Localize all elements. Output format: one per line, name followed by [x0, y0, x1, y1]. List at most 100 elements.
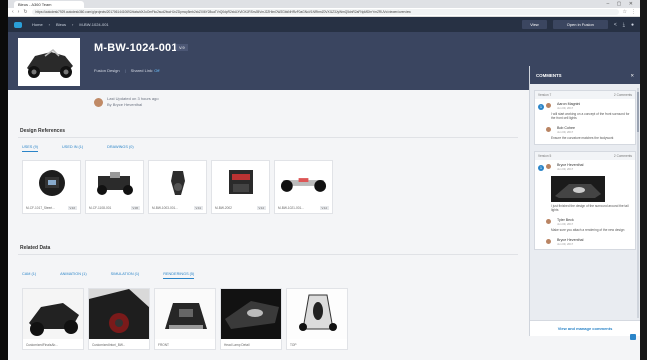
- reference-caption: M-BW-1003-001...: [152, 206, 178, 210]
- rendering-card[interactable]: CustomizedFinalsAb...: [22, 288, 84, 350]
- app-label: Fusion Design: [94, 68, 120, 73]
- avatar: [546, 103, 551, 108]
- rendering-caption: Head Lamp Detail: [224, 343, 250, 347]
- monitor-bezel: [0, 0, 8, 360]
- open-in-fusion-button[interactable]: Open in Fusion: [552, 20, 608, 29]
- updated-by: By Bryce Heventhal: [107, 102, 143, 107]
- comment-text: I will start working on a concept of the…: [551, 112, 630, 121]
- reference-caption: M-CF-1108-001: [89, 206, 112, 210]
- version-badge: V.36: [130, 206, 140, 210]
- rendering-card[interactable]: Head Lamp Detail: [220, 288, 282, 350]
- comment: Tyler Beck Jun 09, 2017 Make sure you at…: [535, 215, 635, 235]
- item-meta: Fusion Design | Shared Link: Off: [94, 68, 160, 73]
- comments-scrollbar[interactable]: [637, 88, 639, 318]
- comment: Bob Cohee Jun 09, 2017 Ensure the curvat…: [535, 123, 635, 143]
- design-reference-list: M-CF-1017_Steeri... V.16 M-CF-1108-001 V…: [22, 160, 333, 214]
- rendering-card[interactable]: TOP: [286, 288, 348, 350]
- rendering-caption: FRONT: [158, 343, 169, 347]
- comment-count: 2 Comments: [613, 153, 632, 158]
- comments-panel: COMMENTS ✕ Version 72 Comments 1 Aaron M…: [529, 66, 640, 336]
- reference-card[interactable]: M-CF-1017_Steeri... V.16: [22, 160, 81, 214]
- comments-title: COMMENTS: [536, 73, 562, 78]
- comment-time: Jun 09, 2017: [557, 222, 574, 227]
- close-icon[interactable]: ✕: [630, 73, 634, 79]
- view-button[interactable]: View: [522, 20, 547, 29]
- design-references-tabs: USES (9) USED IN (1) DRAWINGS (0): [22, 145, 134, 152]
- tab-cam[interactable]: CAM (1): [22, 272, 36, 279]
- comment-time: Jun 09, 2017: [557, 242, 574, 247]
- browser-window: Bleus - A360 Team – ▢ ✕ ‹ › ↻ https://au…: [8, 0, 640, 360]
- comment-group: Version 52 Comments 1 Bryce Heventhal Ju…: [534, 150, 636, 251]
- comment: Bryce Heventhal Jun 09, 2017: [535, 160, 635, 174]
- rendering-caption: CustomizedFinalsAb...: [26, 343, 58, 347]
- a360-logo-icon[interactable]: [14, 21, 22, 28]
- version-badge: V.16: [67, 206, 77, 210]
- related-data-tabs: CAM (1) ANIMATION (1) SIMULATION (1) REN…: [22, 272, 195, 279]
- breadcrumb-item[interactable]: M-BW-1024-001: [79, 22, 108, 27]
- comment-text: Ensure the curvature matches the bodywor…: [551, 136, 614, 141]
- avatar: [94, 97, 103, 107]
- share-icon[interactable]: <: [614, 22, 617, 28]
- back-icon[interactable]: ‹: [12, 9, 14, 15]
- avatar: [546, 239, 551, 245]
- comment: Bryce Heventhal Jun 09, 2017: [535, 235, 635, 249]
- reference-caption: M-BW-1021-001...: [278, 206, 304, 210]
- forward-icon[interactable]: ›: [18, 9, 20, 15]
- url-field[interactable]: https://autodesk7929.autodesk360.com/g/p…: [31, 9, 619, 15]
- breadcrumb-separator: ›: [72, 22, 74, 27]
- reload-icon[interactable]: ↻: [23, 9, 27, 15]
- download-icon[interactable]: ⤓: [623, 22, 625, 28]
- version-badge: V.41: [193, 206, 203, 210]
- rendering-list: CustomizedFinalsAb... CustomizedIntori_B…: [22, 288, 348, 350]
- shared-link-label: Shared Link:: [130, 68, 154, 73]
- comment: Aaron Magnini Jun 09, 2017 I will start …: [535, 99, 635, 123]
- app-header: Home › Bleus › M-BW-1024-001 View Open i…: [8, 17, 640, 32]
- reference-card[interactable]: M-BW-1021-001... V.12: [274, 160, 333, 214]
- rendering-card[interactable]: FRONT: [154, 288, 216, 350]
- chat-icon[interactable]: [630, 334, 636, 340]
- star-icon[interactable]: ☆: [623, 9, 627, 15]
- comment-group: Version 72 Comments 1 Aaron Magnini Jun …: [534, 90, 636, 145]
- avatar: [546, 127, 551, 133]
- reference-card[interactable]: M-BW-1003-001... V.41: [148, 160, 207, 214]
- comment-time: Jun 09, 2017: [557, 130, 574, 135]
- menu-icon[interactable]: ⋮: [631, 9, 636, 15]
- comment-text: I just finished the design of the surrou…: [551, 203, 629, 212]
- tab-simulation[interactable]: SIMULATION (1): [111, 272, 140, 279]
- window-controls[interactable]: – ▢ ✕: [607, 1, 640, 7]
- tab-used-in[interactable]: USED IN (1): [62, 145, 83, 152]
- version-label[interactable]: Version 5: [538, 154, 551, 158]
- version-dropdown[interactable]: V.9: [176, 44, 188, 51]
- breadcrumb-separator: ›: [48, 22, 51, 27]
- version-label[interactable]: Version 7: [538, 93, 551, 97]
- tab-renderings[interactable]: RENDERINGS (5): [163, 272, 195, 279]
- rendering-card[interactable]: CustomizedIntori_BW...: [88, 288, 150, 350]
- comment-attachment-image[interactable]: [551, 175, 605, 202]
- related-data-title: Related Data: [20, 245, 51, 251]
- version-badge: V.12: [319, 206, 329, 210]
- breadcrumb-home[interactable]: Home: [32, 22, 43, 27]
- reference-card[interactable]: M-BW-2002 V.12: [211, 160, 270, 214]
- avatar: [546, 219, 551, 225]
- help-icon[interactable]: ●: [631, 22, 634, 28]
- main-content: Last Updated on 3 hours ago By Bryce Hev…: [8, 90, 528, 360]
- design-references-title: Design References: [20, 128, 66, 134]
- page-title: M-BW-1024-001: [94, 42, 178, 54]
- breadcrumb-project[interactable]: Bleus: [56, 22, 66, 27]
- shared-link-toggle[interactable]: Off: [154, 68, 159, 73]
- view-manage-comments-link[interactable]: View and manage comments: [530, 320, 640, 336]
- tab-drawings[interactable]: DRAWINGS (0): [107, 145, 133, 152]
- reference-caption: M-CF-1017_Steeri...: [26, 206, 55, 210]
- reference-card[interactable]: M-CF-1108-001 V.36: [85, 160, 144, 214]
- comment-text: Make sure you attach a rendering of the …: [551, 228, 625, 233]
- rendering-caption: CustomizedIntori_BW...: [92, 343, 126, 347]
- item-thumbnail[interactable]: [18, 38, 80, 86]
- tab-uses[interactable]: USES (9): [22, 145, 39, 152]
- comment-time: Jun 09, 2017: [557, 106, 574, 110]
- version-badge: V.12: [256, 206, 266, 210]
- comments-header: COMMENTS ✕: [530, 66, 640, 84]
- last-updated: Last Updated on 3 hours ago By Bryce Hev…: [94, 96, 159, 108]
- comment: I just finished the design of the surrou…: [535, 204, 635, 215]
- tab-animation[interactable]: ANIMATION (1): [60, 272, 87, 279]
- browser-tab[interactable]: Bleus - A360 Team: [14, 0, 84, 8]
